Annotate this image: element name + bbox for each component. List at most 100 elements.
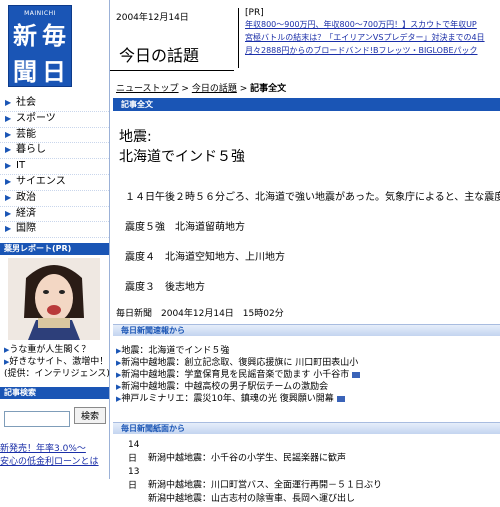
list-item[interactable]: 13日 新潟中越地震：川口町営バス、全面運行再開－５１日ぶり [128,466,382,493]
camera-icon [336,395,345,402]
search-section: 記事検索 [0,387,109,399]
nav-label: IT [16,160,26,172]
mainichi-logo[interactable]: MAINICHI 新 毎 聞 日 [8,5,78,87]
arrow-right-icon: ▶ [5,176,12,186]
article-line: 震度３ 後志地方 [125,282,205,293]
list-item[interactable]: ▶地震：北海道でインド５強 [116,345,360,357]
nav-item-politics[interactable]: ▶ 政治 [0,191,109,207]
list-item-label: 新潟中越地震：川口町営バス、全面運行再開－５１日ぶり [148,480,383,491]
arrow-right-icon: ▶ [5,129,12,139]
nav-item-science[interactable]: ▶ サイエンス [0,175,109,191]
article-meta: 毎日新聞 2004年12月14日 15時02分 [116,309,284,319]
breadcrumb-news-top[interactable]: ニューストップ [116,84,179,94]
logo-sub: MAINICHI [24,10,56,17]
list-item-label: 新潟中越地震：中越高校の男子駅伝チームの激励会 [121,382,329,392]
promo-link-label: うな重が人生閣く？ [9,345,91,355]
article-paragraph: １４日午後２時５６分ごろ、北海道で強い地震があった。気象庁によると、主な震度 [125,192,500,203]
category-nav: ▶ 社会 ▶ スポーツ ▶ 芸能 ▶ 暮らし ▶ IT ▶ サイエンス ▶ 政治 ▶ 経済 ▶ 国… [0,96,109,239]
article-body: １４日午後２時５６分ごろ、北海道で強い地震があった。気象庁によると、主な震度 震… [125,183,500,303]
nav-label: 芸能 [16,128,36,140]
list-item-label: 地震：北海道でインド５強 [121,346,230,356]
arrow-right-icon: ▶ [5,224,12,234]
logo-char: 新 [13,22,37,50]
search-button[interactable]: 検索 [74,407,106,424]
logo-char: 日 [42,58,66,86]
promo-link[interactable]: ▶好きなサイト、激増中！ [0,356,109,368]
list-item-date: 14日 [128,440,140,464]
nav-item-living[interactable]: ▶ 暮らし [0,143,109,160]
pr-ad-link[interactable]: 年収800〜900万円、年収800〜700万円！】スカウトで年収UP [245,18,500,31]
pr-ad-link[interactable]: 宮極バトルの結末は？「エイリアンVSプレデター」対決までの4日 [245,31,500,44]
nav-item-society[interactable]: ▶ 社会 [0,96,109,112]
logo-char: 毎 [42,22,66,50]
paper-news-bar: 毎日新聞紙面から [113,422,500,434]
left-sidebar: MAINICHI 新 毎 聞 日 ▶ 社会 ▶ スポーツ ▶ 芸能 ▶ 暮らし ▶ IT … [0,0,109,479]
paper-news-list: 14日 新潟中越地震：小千谷の小学生、民謡楽器に歓声 13日 新潟中越地震：川口町営… [128,439,382,507]
breadcrumb-sep: > [178,84,192,94]
pr-ad-link[interactable]: 月々2888円からのブロードバンド!Bフレッツ・BIGLOBEパック [245,44,500,57]
list-item-label: 新潟中越地震：山古志村の除雪車、長岡へ運び出し [148,494,356,504]
logo-char: 聞 [13,58,37,86]
list-item-label: 新潟中越地震：創立記念取、復興応援旗に 川口町田表山小 [121,358,359,368]
bottom-links: 新発売！年率3.0%〜 安心の低金利ローンとは [0,443,109,469]
ad-link[interactable]: 新発売！年率3.0%〜 [0,443,109,456]
arrow-right-icon: ▶ [5,145,12,155]
camera-icon [352,371,361,378]
flash-news-bar: 毎日新聞速報から [113,324,500,336]
promo-credit: (提供：インテリジェンス) [4,369,109,379]
list-item[interactable]: ▶神戸ルミナリエ：震災10年、鎮魂の光 復興願い開幕 [116,393,360,405]
nav-item-sports[interactable]: ▶ スポーツ [0,112,109,128]
promo-link-label: 好きなサイト、激増中！ [9,357,109,367]
arrow-right-icon: ▶ [5,192,12,202]
article-heading-line2: 北海道でインド５強 [119,149,245,165]
search-input[interactable] [4,411,70,427]
promo-heading: 薬男レポート(PR) [0,243,109,255]
list-item[interactable]: 新潟中越地震：山古志村の除雪車、長岡へ運び出し [128,493,382,507]
breadcrumb: ニューストップ > 今日の話題 > 記事全文 [116,81,286,94]
nav-item-economy[interactable]: ▶ 経済 [0,207,109,223]
article-heading: 地震: 北海道でインド５強 [119,127,245,167]
nav-label: 暮らし [16,144,46,156]
nav-label: 経済 [16,207,36,219]
nav-label: サイエンス [16,175,66,187]
flash-news-list: ▶地震：北海道でインド５強 ▶新潟中越地震：創立記念取、復興応援旗に 川口町田表… [116,345,361,405]
list-item[interactable]: 14日 新潟中越地震：小千谷の小学生、民謡楽器に歓声 [128,439,382,466]
nav-label: 政治 [16,191,36,203]
search-heading: 記事検索 [0,387,109,399]
arrow-right-icon: ▶ [5,208,12,218]
main-content: 2004年12月14日 今日の話題 [PR] 年収800〜900万円、年収800… [109,0,500,504]
arrow-right-icon: ▶ [5,98,12,107]
nav-item-international[interactable]: ▶ 国際 [0,222,109,239]
breadcrumb-current: 記事全文 [250,84,287,94]
list-item-label: 新潟中越地震：小千谷の小学生、民謡楽器に歓声 [148,453,347,464]
page-title: 今日の話題 [119,46,200,65]
nav-item-entertainment[interactable]: ▶ 芸能 [0,128,109,144]
article-line: 震度５強 北海道留萌地方 [125,222,245,233]
list-item[interactable]: ▶新潟中越地震：創立記念取、復興応援旗に 川口町田表山小 [116,357,360,369]
promo-image[interactable] [8,258,100,340]
arrow-right-icon: ▶ [5,113,12,123]
list-item-label: 神戸ルミナリエ：震災10年、鎮魂の光 復興願い開幕 [121,394,334,404]
nav-item-it[interactable]: ▶ IT [0,159,109,175]
ad-link[interactable]: 安心の低金利ローンとは [0,456,109,469]
article-heading-line1: 地震: [119,129,152,145]
article-line: 震度４ 北海道空知地方、上川地方 [125,252,285,263]
nav-label: スポーツ [16,112,56,124]
article-bar: 記事全文 [113,98,500,111]
list-item-label: 新潟中越地震：学童保育見を民謡音楽で励ます 小千谷市 [121,370,350,380]
list-item[interactable]: ▶新潟中越地震：中越高校の男子駅伝チームの激励会 [116,381,360,393]
page-date: 2004年12月14日 [116,13,189,23]
nav-label: 社会 [16,97,36,108]
pr-box: [PR] 年収800〜900万円、年収800〜700万円！】スカウトで年収UP … [238,8,500,68]
title-underline [110,70,234,71]
list-item-date: 13日 [128,467,140,491]
promo-links: ▶うな重が人生閣く？ ▶好きなサイト、激増中！ (提供：インテリジェンス) [0,344,109,380]
breadcrumb-sep: > [236,84,251,94]
promo-link[interactable]: ▶うな重が人生閣く？ [0,344,109,356]
search-row: 検索 [4,407,106,427]
arrow-right-icon: ▶ [5,161,12,171]
breadcrumb-today-topic[interactable]: 今日の話題 [192,84,237,94]
woman-photo-icon [8,258,100,340]
list-item[interactable]: ▶新潟中越地震：学童保育見を民謡音楽で励ます 小千谷市 [116,369,361,381]
promo-section: 薬男レポート(PR) [0,243,109,255]
